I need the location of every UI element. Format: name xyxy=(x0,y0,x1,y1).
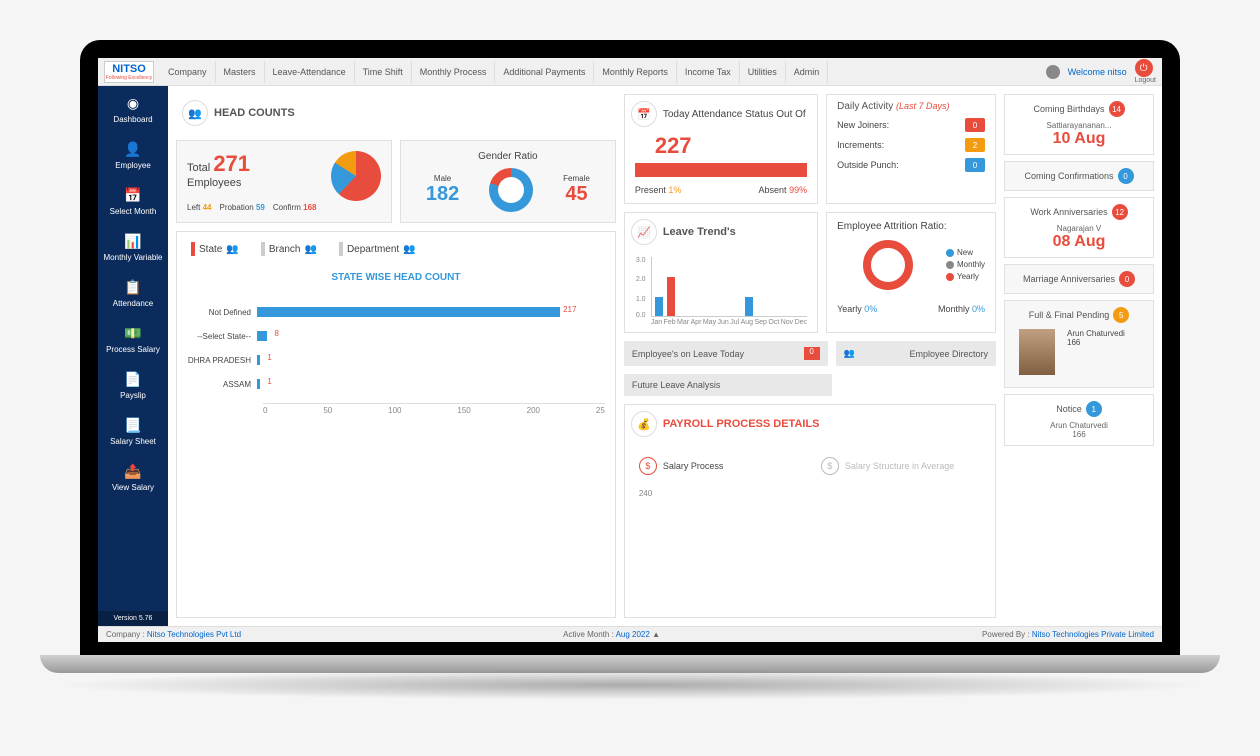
status-pie-chart xyxy=(331,151,381,201)
future-leave-strip[interactable]: Future Leave Analysis xyxy=(624,374,832,396)
logo-tagline: Following Excellency xyxy=(106,75,152,81)
confirmations-card[interactable]: Coming Confirmations0 xyxy=(1004,161,1154,191)
sidebar-item-employee[interactable]: 👤Employee xyxy=(98,132,168,178)
attendance-card: 📅Today Attendance Status Out Of 227 Pres… xyxy=(624,94,818,204)
state-chart-title: STATE WISE HEAD COUNT xyxy=(177,266,615,289)
birthdays-card[interactable]: Coming Birthdays14 Sattiarayananan...10 … xyxy=(1004,94,1154,155)
attrition-card: Employee Attrition Ratio: New Monthly Ye… xyxy=(826,212,996,333)
attrition-title: Employee Attrition Ratio: xyxy=(837,221,985,232)
user-icon xyxy=(1046,65,1060,79)
menu-company[interactable]: Company xyxy=(160,61,216,83)
people-icon: 👥 xyxy=(403,244,415,255)
status-bar: Company : Nitso Technologies Pvt Ltd Act… xyxy=(98,626,1162,642)
payroll-icon: 💰 xyxy=(631,411,657,437)
export-icon: 📤 xyxy=(124,462,142,480)
logout-label: Logout xyxy=(1135,77,1156,84)
avatar xyxy=(1019,329,1055,375)
menu-time-shift[interactable]: Time Shift xyxy=(355,61,412,83)
payroll-card: 💰PAYROLL PROCESS DETAILS $Salary Process… xyxy=(624,404,996,618)
sheet-icon: 📃 xyxy=(124,416,142,434)
menu-leave-attendance[interactable]: Leave-Attendance xyxy=(265,61,355,83)
people-icon: 👥 xyxy=(305,244,317,255)
menu-utilities[interactable]: Utilities xyxy=(740,61,786,83)
full-final-card[interactable]: Full & Final Pending5 Arun Chaturvedi166 xyxy=(1004,300,1154,388)
attendance-bar xyxy=(635,163,807,177)
gender-donut-chart xyxy=(489,168,533,212)
sidebar-item-select-month[interactable]: 📅Select Month xyxy=(98,178,168,224)
directory-icon: 👥 xyxy=(844,348,855,359)
tab-state[interactable]: State👥 xyxy=(183,238,247,260)
attrition-donut xyxy=(863,240,913,290)
sidebar-item-monthly-variable[interactable]: 📊Monthly Variable xyxy=(98,224,168,270)
gender-title: Gender Ratio xyxy=(411,151,605,162)
logo-text: NITSO xyxy=(112,63,146,75)
welcome-text: Welcome nitso xyxy=(1068,67,1127,77)
menu-additional-payments[interactable]: Additional Payments xyxy=(495,61,594,83)
person-icon: 👤 xyxy=(124,140,142,158)
head-counts-title: 👥 HEAD COUNTS xyxy=(176,94,616,132)
attendance-title: Today Attendance Status Out Of xyxy=(663,109,806,120)
compass-icon: ◉ xyxy=(124,94,142,112)
sidebar-item-view-salary[interactable]: 📤View Salary xyxy=(98,454,168,500)
logo[interactable]: NITSO Following Excellency xyxy=(104,61,154,83)
sidebar-item-dashboard[interactable]: ◉Dashboard xyxy=(98,86,168,132)
anniversaries-card[interactable]: Work Anniversaries12 Nagarajan V08 Aug xyxy=(1004,197,1154,258)
tab-department[interactable]: Department👥 xyxy=(331,238,424,260)
employees-on-leave-strip[interactable]: Employee's on Leave Today0 xyxy=(624,341,828,366)
notice-card[interactable]: Notice1 Arun Chaturvedi166 xyxy=(1004,394,1154,446)
sidebar-item-attendance[interactable]: 📋Attendance xyxy=(98,270,168,316)
sidebar-item-payslip[interactable]: 📄Payslip xyxy=(98,362,168,408)
trend-icon: 📈 xyxy=(631,219,657,245)
main-menu: Company Masters Leave-Attendance Time Sh… xyxy=(160,61,828,83)
marriage-card[interactable]: Marriage Anniversaries0 xyxy=(1004,264,1154,294)
sidebar-item-process-salary[interactable]: 💵Process Salary xyxy=(98,316,168,362)
leave-trend-card: 📈Leave Trend's 3.02.01.00.0 JanFebMarApr… xyxy=(624,212,818,333)
daily-activity-card: Daily Activity (Last 7 Days) New Joiners… xyxy=(826,94,996,204)
male-count: 182 xyxy=(426,183,459,206)
sidebar-item-salary-sheet[interactable]: 📃Salary Sheet xyxy=(98,408,168,454)
people-icon: 👥 xyxy=(182,100,208,126)
female-count: 45 xyxy=(563,183,590,206)
menu-masters[interactable]: Masters xyxy=(216,61,265,83)
tab-branch[interactable]: Branch👥 xyxy=(253,238,325,260)
total-label: Total xyxy=(187,162,210,174)
top-header: NITSO Following Excellency Company Maste… xyxy=(98,58,1162,86)
logout-button[interactable]: ⏻ xyxy=(1135,59,1153,77)
calendar-icon: 📅 xyxy=(124,186,142,204)
menu-monthly-reports[interactable]: Monthly Reports xyxy=(594,61,677,83)
money-icon: 💵 xyxy=(124,324,142,342)
sidebar: ◉Dashboard 👤Employee 📅Select Month 📊Mont… xyxy=(98,86,168,626)
gender-ratio-card: Gender Ratio Male182 Female45 xyxy=(400,140,616,223)
menu-monthly-process[interactable]: Monthly Process xyxy=(412,61,496,83)
menu-admin[interactable]: Admin xyxy=(786,61,829,83)
leave-trend-chart: 3.02.01.00.0 xyxy=(651,257,807,317)
document-icon: 📄 xyxy=(124,370,142,388)
menu-income-tax[interactable]: Income Tax xyxy=(677,61,740,83)
tab-salary-process[interactable]: $Salary Process xyxy=(633,451,805,481)
people-icon: 👥 xyxy=(226,244,238,255)
calendar-icon: 📅 xyxy=(631,101,657,127)
payroll-value: 240 xyxy=(625,489,995,498)
version-label: Version 5.76 xyxy=(98,611,168,626)
tab-salary-structure[interactable]: $Salary Structure in Average xyxy=(815,451,987,481)
total-employees-card: Total 271 Employees Left 44 Probation 59… xyxy=(176,140,392,223)
state-bar-chart: Not Defined217 --Select State--8 DHRA PR… xyxy=(177,289,615,435)
total-value: 271 xyxy=(213,151,250,176)
chart-icon: 📊 xyxy=(124,232,142,250)
headcount-tabs: State👥 Branch👥 Department👥 xyxy=(177,232,615,266)
calendar-check-icon: 📋 xyxy=(124,278,142,296)
employee-directory-strip[interactable]: 👥Employee Directory xyxy=(836,341,996,366)
attendance-count: 227 xyxy=(625,133,817,159)
